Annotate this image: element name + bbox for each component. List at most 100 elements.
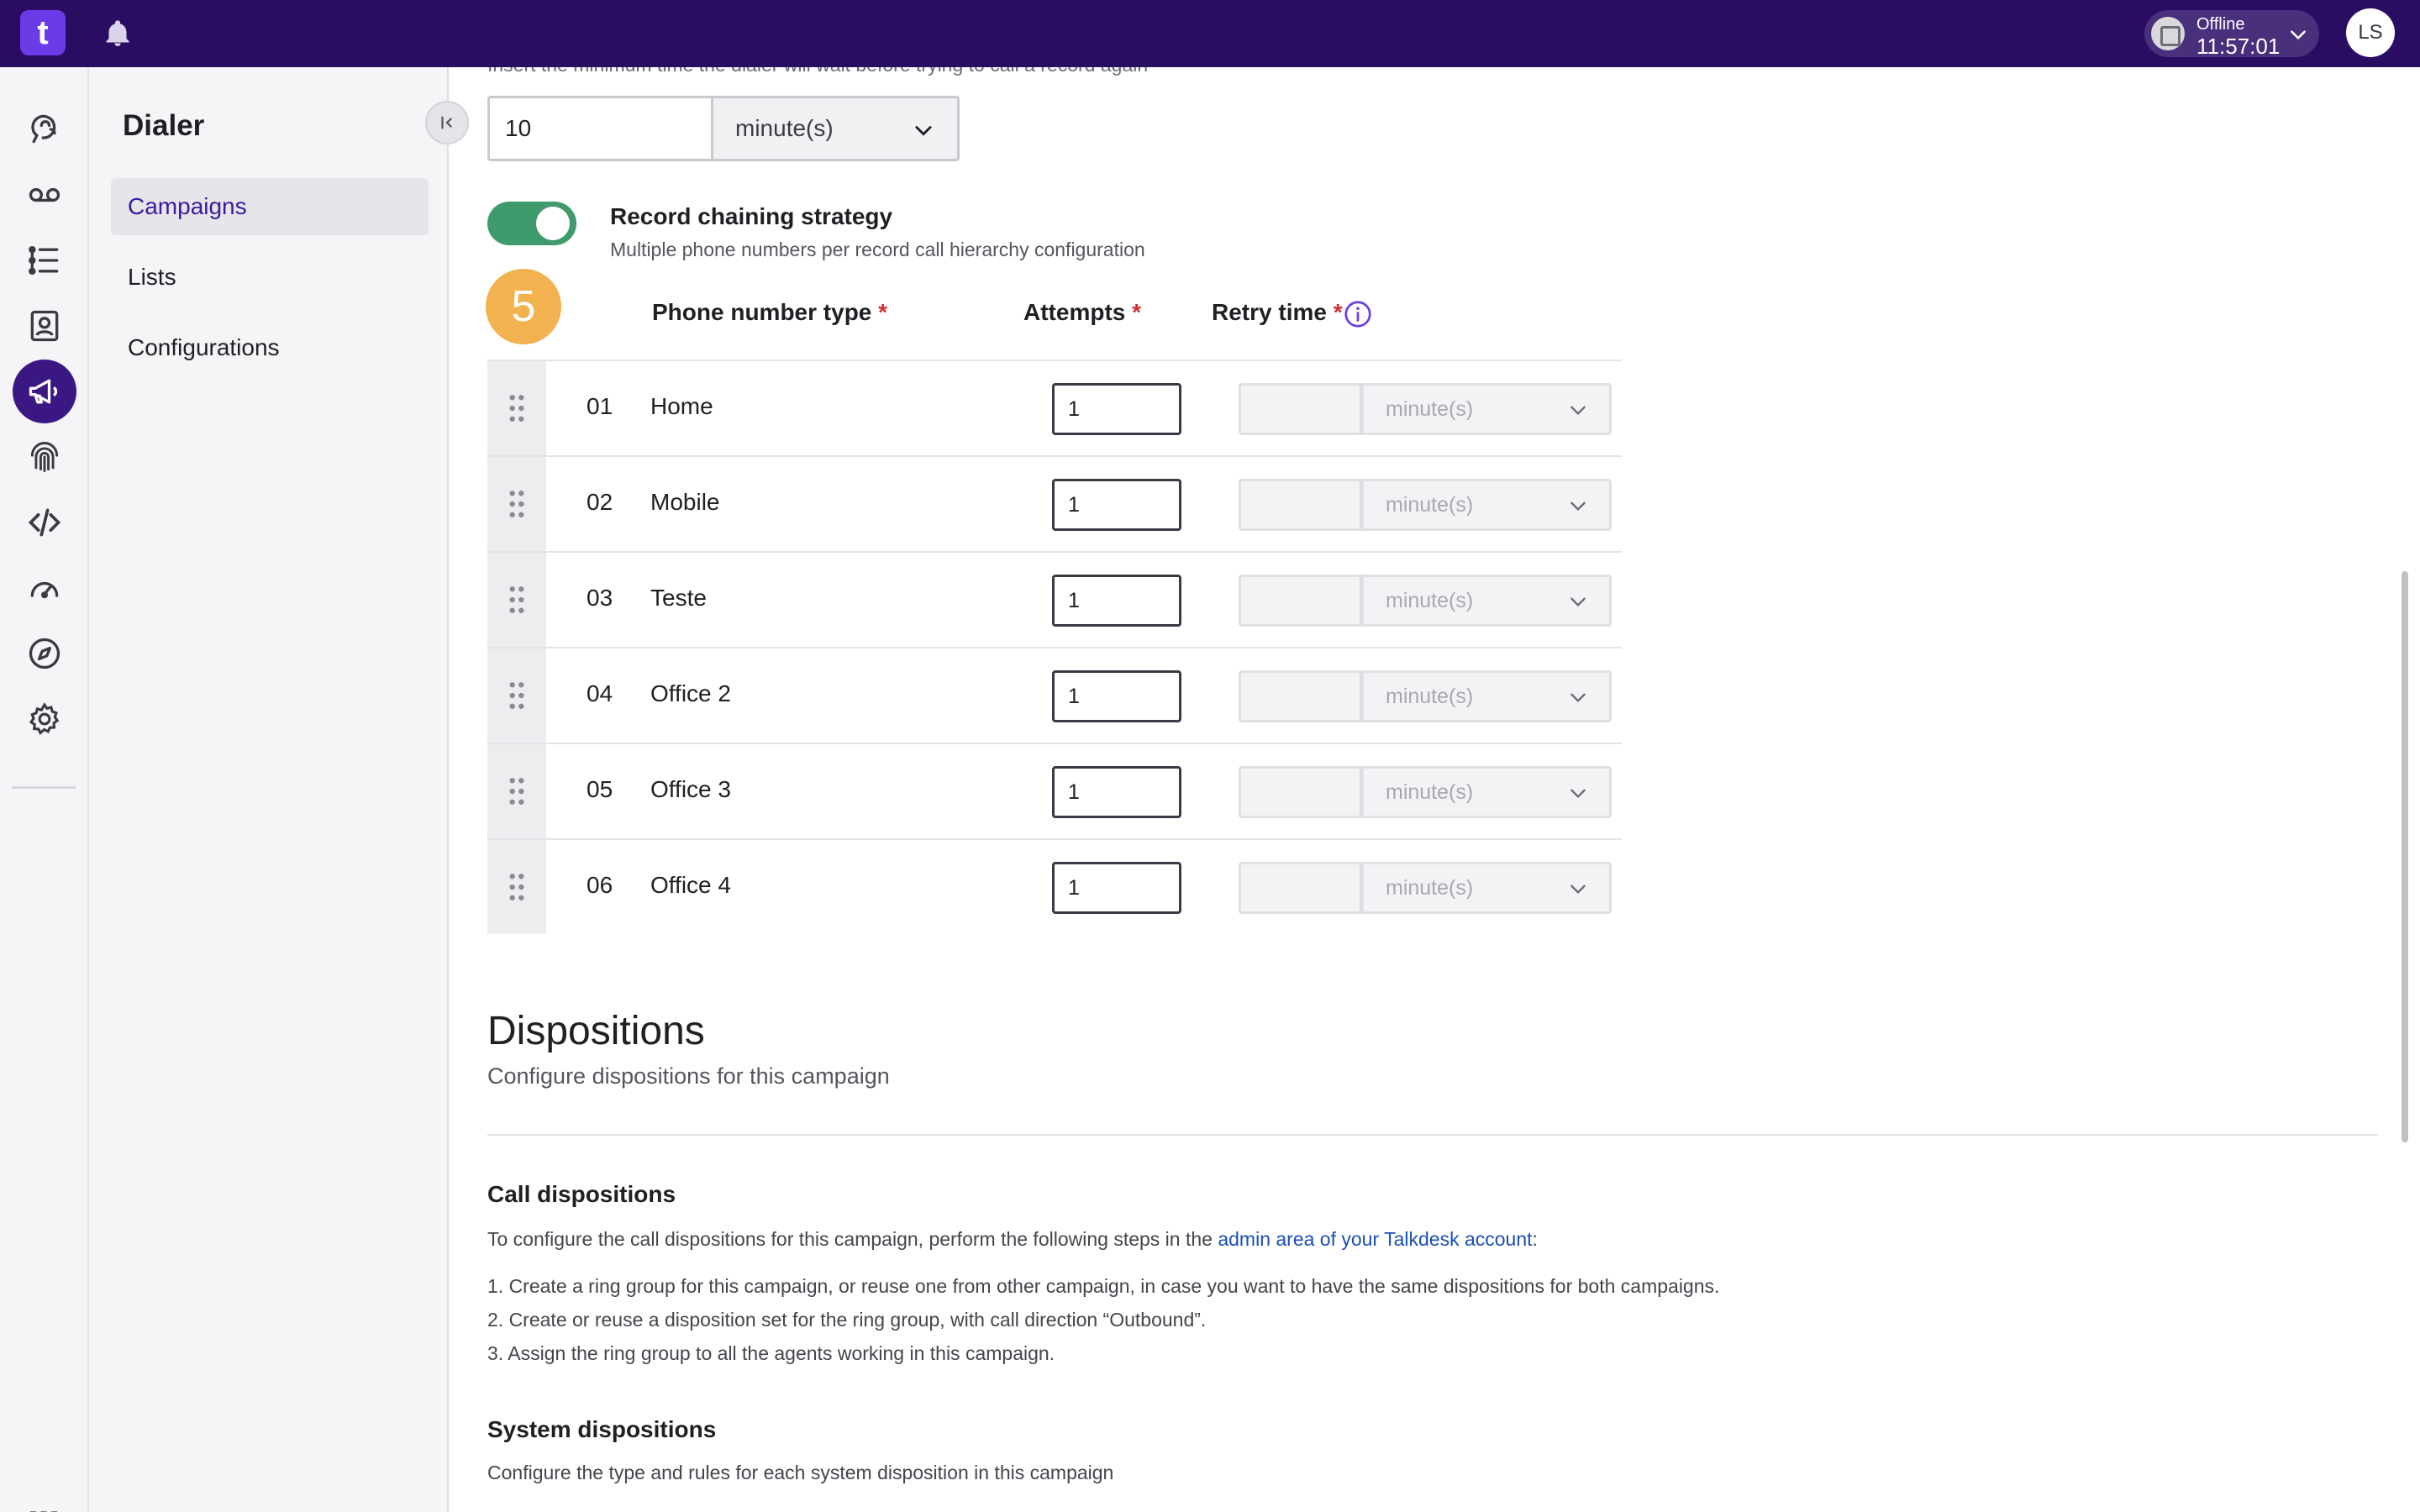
fingerprint-icon <box>30 442 59 472</box>
drag-handle[interactable] <box>487 457 546 551</box>
drag-handle[interactable] <box>487 744 546 838</box>
conversations-icon <box>31 114 56 144</box>
column-header-retry-label: Retry time <box>1212 299 1327 325</box>
drag-dots-icon <box>509 586 524 613</box>
attempts-input[interactable]: 1 <box>1052 862 1181 914</box>
retry-unit-select[interactable]: minute(s) <box>1361 383 1612 435</box>
phone-type: Office 3 <box>650 776 731 802</box>
retry-min-helper: Insert the minimum time the dialer will … <box>487 67 1148 76</box>
retry-min-unit-select[interactable]: minute(s) <box>711 96 960 161</box>
retry-unit-select[interactable]: minute(s) <box>1361 479 1612 531</box>
table-row: 05 Office 3 1 minute(s) <box>487 743 1622 838</box>
rail-divider <box>12 786 76 789</box>
attempts-input[interactable]: 1 <box>1052 766 1181 818</box>
attempts-input[interactable]: 1 <box>1052 670 1181 722</box>
retry-unit-select[interactable]: minute(s) <box>1361 766 1612 818</box>
rail-contacts[interactable] <box>13 294 76 358</box>
bell-icon[interactable] <box>103 18 133 49</box>
rail-performance[interactable] <box>13 556 76 620</box>
call-dispositions-step: 3. Assign the ring group to all the agen… <box>487 1342 1055 1364</box>
gauge-icon <box>30 581 59 599</box>
app-rail <box>0 67 89 1512</box>
top-bar: t Offline 11:57:01 LS <box>0 0 2420 67</box>
main-scrollbar[interactable] <box>2402 571 2408 1142</box>
retry-unit-label: minute(s) <box>1386 876 1474 900</box>
retry-unit-select[interactable]: minute(s) <box>1361 862 1612 914</box>
retry-unit-select[interactable]: minute(s) <box>1361 670 1612 722</box>
drag-dots-icon <box>509 491 524 517</box>
attempts-input[interactable]: 1 <box>1052 575 1181 627</box>
compass-icon <box>29 638 60 669</box>
row-number: 04 <box>587 680 613 706</box>
admin-area-link[interactable]: admin area of your Talkdesk account <box>1218 1228 1532 1250</box>
retry-unit-label: minute(s) <box>1386 685 1474 708</box>
talkdesk-logo[interactable]: t <box>20 10 66 55</box>
required-mark: * <box>1132 299 1142 325</box>
drag-handle[interactable] <box>487 648 546 743</box>
agent-status-dropdown[interactable]: Offline 11:57:01 <box>2144 10 2319 59</box>
drag-handle[interactable] <box>487 553 546 647</box>
dialer-sidenav: Dialer Campaigns Lists Configurations <box>89 67 469 1512</box>
rail-dialer[interactable] <box>13 360 76 423</box>
info-icon[interactable] <box>1343 299 1373 329</box>
sidenav-item-lists[interactable]: Lists <box>111 249 429 306</box>
row-number: 06 <box>587 872 613 898</box>
chevron-down-icon <box>1570 501 1586 512</box>
list-icon <box>29 245 59 276</box>
retry-time-input[interactable] <box>1239 575 1361 627</box>
retry-time-input[interactable] <box>1239 766 1361 818</box>
chevron-down-icon <box>915 126 932 136</box>
step-badge: 5 <box>486 269 561 344</box>
drag-handle[interactable] <box>487 840 546 934</box>
retry-min-value-input[interactable]: 10 <box>487 96 711 161</box>
main-content: Insert the minimum time the dialer will … <box>449 67 2420 1512</box>
chevron-down-icon <box>1570 885 1586 895</box>
sidenav-item-configurations[interactable]: Configurations <box>111 319 429 376</box>
chevron-down-icon <box>2291 30 2306 40</box>
drag-dots-icon <box>509 874 524 900</box>
system-dispositions-title: System dispositions <box>487 1416 717 1442</box>
chevron-down-icon <box>1570 597 1586 607</box>
rail-explore[interactable] <box>13 622 76 685</box>
offline-status-icon <box>2151 17 2185 50</box>
retry-time-input[interactable] <box>1239 862 1361 914</box>
rail-identity[interactable] <box>13 425 76 489</box>
attempts-input[interactable]: 1 <box>1052 383 1181 435</box>
retry-time-input[interactable] <box>1239 383 1361 435</box>
retry-time-input[interactable] <box>1239 670 1361 722</box>
sidenav-item-campaigns[interactable]: Campaigns <box>111 178 429 235</box>
record-chaining-subtitle: Multiple phone numbers per record call h… <box>610 239 1145 260</box>
rail-lists[interactable] <box>13 228 76 292</box>
call-dispositions-step: 2. Create or reuse a disposition set for… <box>487 1309 1207 1331</box>
dispositions-title: Dispositions <box>487 1009 705 1053</box>
table-row: 02 Mobile 1 minute(s) <box>487 455 1622 551</box>
record-chaining-toggle[interactable] <box>487 202 576 245</box>
row-number: 05 <box>587 776 613 802</box>
rail-voicemail[interactable] <box>13 163 76 227</box>
rail-conversations[interactable] <box>13 97 76 161</box>
phone-type: Office 2 <box>650 680 731 706</box>
required-mark: * <box>1333 299 1343 325</box>
required-mark: * <box>878 299 888 325</box>
code-icon <box>28 508 61 537</box>
retry-unit-select[interactable]: minute(s) <box>1361 575 1612 627</box>
user-avatar[interactable]: LS <box>2346 8 2395 57</box>
attempts-input[interactable]: 1 <box>1052 479 1181 531</box>
retry-unit-label: minute(s) <box>1386 397 1474 421</box>
rail-settings[interactable] <box>13 687 76 751</box>
intro-colon: : <box>1532 1228 1538 1250</box>
rail-developer[interactable] <box>13 491 76 554</box>
table-row: 01 Home 1 minute(s) <box>487 360 1622 455</box>
call-dispositions-intro: To configure the call dispositions for t… <box>487 1228 1538 1251</box>
section-divider <box>487 1134 2378 1136</box>
column-header-attempts-label: Attempts <box>1023 299 1126 325</box>
drag-dots-icon <box>509 395 524 422</box>
column-header-retry: Retry time * <box>1212 299 1343 326</box>
apps-grid-icon[interactable] <box>27 1509 60 1512</box>
megaphone-icon <box>29 379 58 404</box>
contacts-icon <box>30 310 59 342</box>
retry-time-input[interactable] <box>1239 479 1361 531</box>
drag-dots-icon <box>509 682 524 709</box>
drag-handle[interactable] <box>487 361 546 455</box>
retry-unit-label: minute(s) <box>1386 493 1474 517</box>
